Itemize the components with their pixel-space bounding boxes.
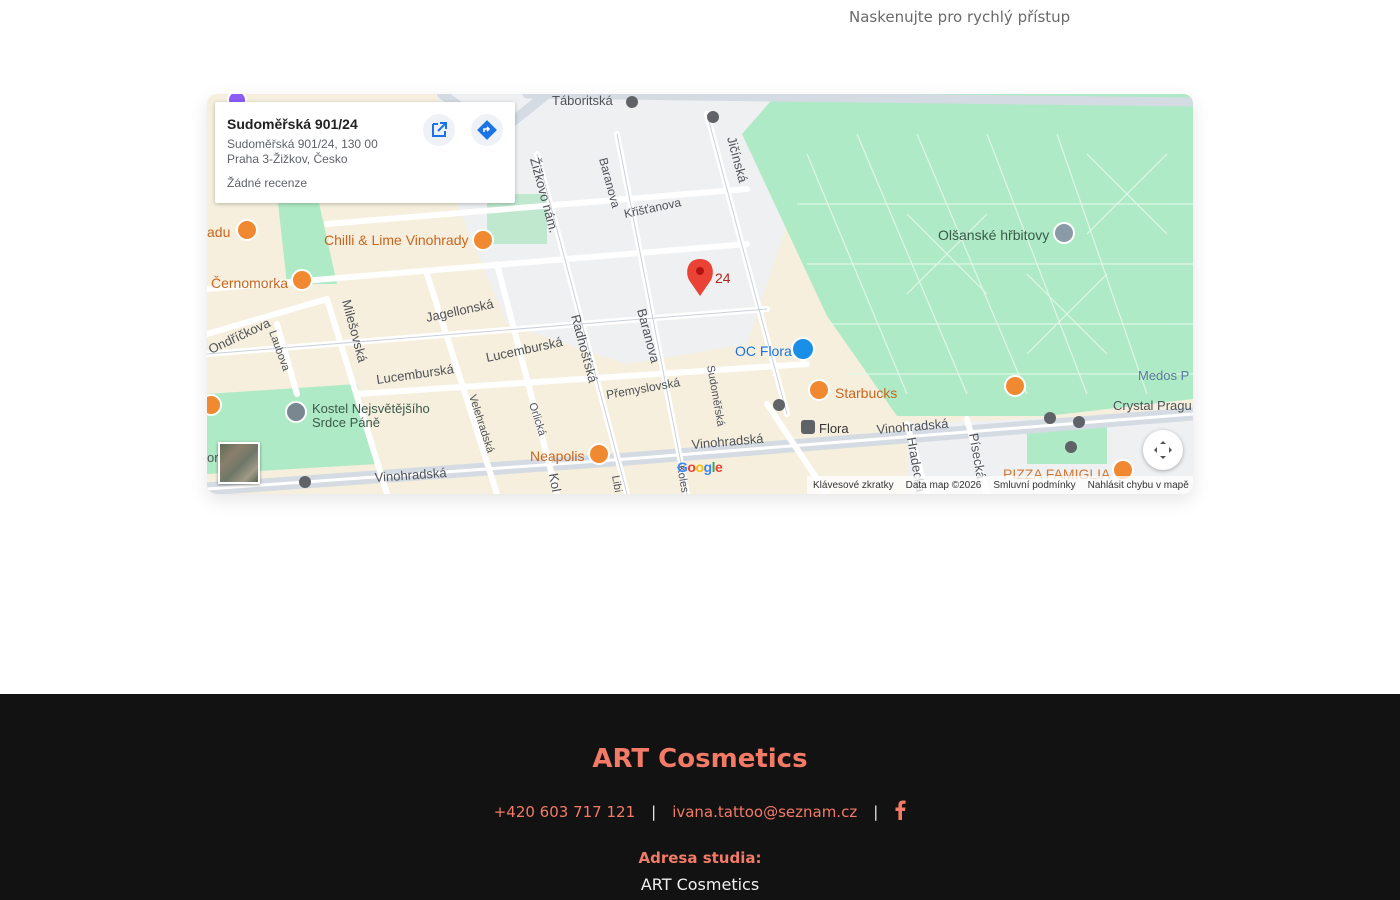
footer-contacts: +420 603 717 121 | ivana.tattoo@seznam.c… xyxy=(0,800,1400,824)
map-label-flora: Flora xyxy=(819,421,849,436)
email-link[interactable]: ivana.tattoo@seznam.cz xyxy=(672,803,857,821)
keyboard-shortcuts-link[interactable]: Klávesové zkratky xyxy=(813,480,894,491)
facebook-icon xyxy=(895,800,906,820)
map-data-credit: Data map ©2026 xyxy=(905,479,982,491)
footer-brand: ART Cosmetics xyxy=(592,744,808,774)
cafe-icon[interactable] xyxy=(808,379,830,401)
map-label-taboritska: Táboritská xyxy=(552,94,613,108)
embedded-map[interactable]: Táboritská Jičínská Žižkovo nám. Baranov… xyxy=(207,94,1193,494)
church-icon[interactable] xyxy=(285,401,307,423)
map-attribution-bar: Klávesové zkratky Data map ©2026 Smluvní… xyxy=(807,476,1193,494)
phone-link[interactable]: +420 603 717 121 xyxy=(494,803,635,821)
metro-icon[interactable] xyxy=(801,420,815,434)
restaurant-icon[interactable] xyxy=(588,443,610,465)
map-label-adu: adu xyxy=(207,224,230,240)
map-label-starbucks: Starbucks xyxy=(835,385,897,401)
place-address-line2: Praha 3-Žižkov, Česko xyxy=(227,152,348,166)
address-label: Adresa studia: xyxy=(638,849,762,867)
map-label-srdce: Srdce Páně xyxy=(312,415,380,430)
satellite-toggle[interactable] xyxy=(218,442,260,484)
map-label-crystal: Crystal Pragu xyxy=(1113,398,1192,413)
place-reviews[interactable]: Žádné recenze xyxy=(227,176,307,190)
map-label-kostel: Kostel Nejsvětějšího xyxy=(312,401,430,416)
restaurant-icon[interactable] xyxy=(236,219,258,241)
map-label-neapolis: Neapolis xyxy=(530,448,584,464)
restaurant-icon[interactable] xyxy=(472,229,494,251)
fullscreen-icon xyxy=(1154,441,1172,459)
scan-hint: Naskenujte pro rychlý přístup xyxy=(849,8,1071,26)
separator: | xyxy=(651,803,657,821)
map-label-ocflora: OC Flora xyxy=(735,343,792,359)
map-label-chilli: Chilli & Lime Vinohrady xyxy=(324,232,468,248)
directions-button[interactable] xyxy=(471,114,503,146)
terms-link[interactable]: Smluvní podmínky xyxy=(993,480,1075,491)
directions-icon xyxy=(477,120,497,140)
place-info-card: Sudoměřská 901/24 Sudoměřská 901/24, 130… xyxy=(215,102,515,203)
place-title: Sudoměřská 901/24 xyxy=(227,116,358,132)
map-label-olsanske: Olšanské hřbitovy xyxy=(938,227,1049,243)
google-logo: Google xyxy=(677,459,723,475)
restaurant-icon[interactable] xyxy=(291,269,313,291)
open-in-maps-button[interactable] xyxy=(423,114,455,146)
facebook-link[interactable] xyxy=(894,800,906,824)
external-link-icon xyxy=(432,122,447,137)
map-label-medos: Medos P xyxy=(1138,368,1189,383)
address-name: ART Cosmetics xyxy=(640,875,760,894)
separator: | xyxy=(873,803,879,821)
bar-icon[interactable] xyxy=(1004,375,1026,397)
pin-label: 24 xyxy=(715,270,731,286)
cemetery-icon[interactable] xyxy=(1053,222,1075,244)
shopping-icon[interactable] xyxy=(791,337,815,361)
site-footer: ART Cosmetics +420 603 717 121 | ivana.t… xyxy=(0,694,1400,900)
report-error-link[interactable]: Nahlásit chybu v mapě xyxy=(1088,480,1189,491)
fullscreen-button[interactable] xyxy=(1143,430,1183,470)
place-address-line1: Sudoměřská 901/24, 130 00 xyxy=(227,137,378,151)
cafe-icon[interactable] xyxy=(207,394,222,416)
map-label-cernomorka: Černomorka xyxy=(211,275,288,291)
